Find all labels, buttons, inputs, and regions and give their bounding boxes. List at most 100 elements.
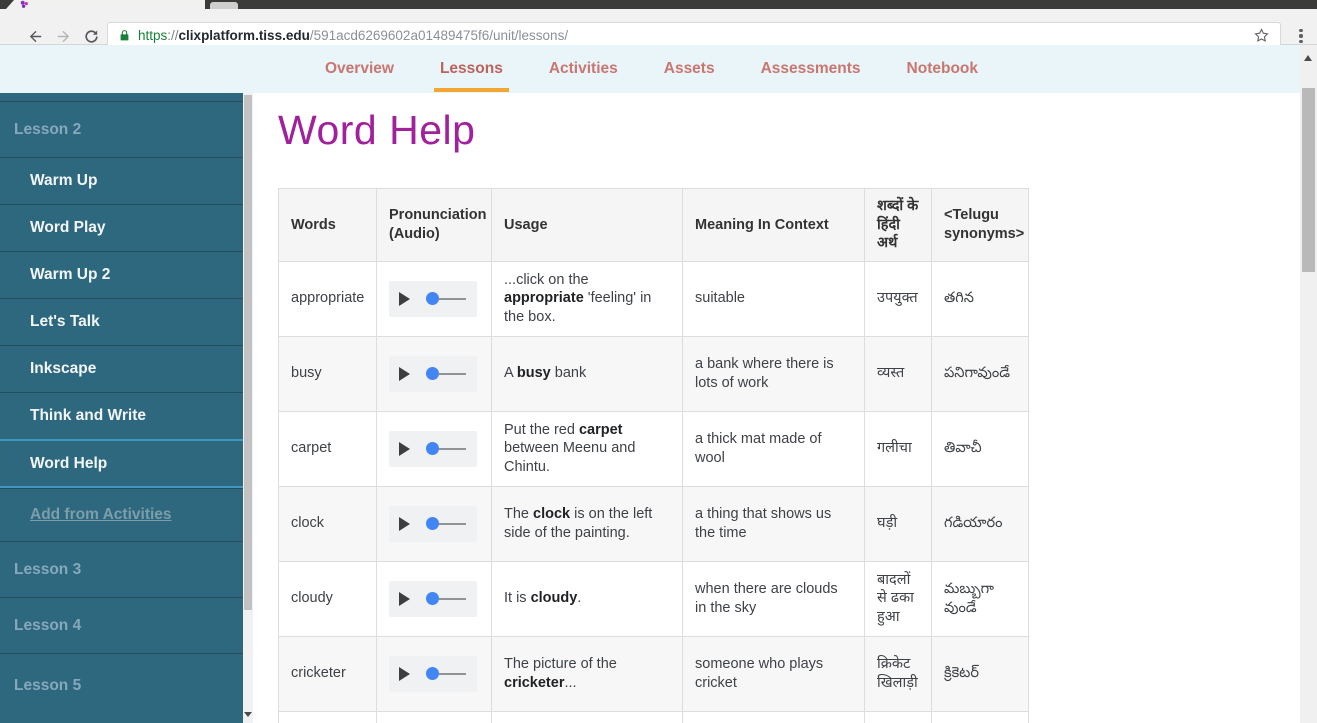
url-text: https://clixplatform.tiss.edu/591acd6269…	[138, 28, 568, 43]
telugu-cell: తివాచీ	[931, 410, 1029, 487]
meaning-cell: a thick mat made of wool	[682, 410, 865, 487]
pronunciation-cell	[376, 485, 492, 562]
audio-slider[interactable]	[426, 367, 466, 381]
pronunciation-cell	[376, 635, 492, 712]
column-header-telugu-synonyms: <Telugu synonyms>	[931, 188, 1029, 262]
audio-slider-knob[interactable]	[426, 592, 439, 606]
play-icon[interactable]	[399, 591, 410, 606]
sidebar-scrollbar-thumb[interactable]	[244, 95, 252, 610]
table-row-clock: clock The clock is on the left side of th…	[278, 485, 1029, 562]
play-icon[interactable]	[399, 516, 410, 531]
telugu-cell: తగిన	[931, 260, 1029, 337]
play-icon[interactable]	[399, 291, 410, 306]
browser-menu-button[interactable]	[1293, 25, 1309, 47]
word-help-table: Words Pronunciation (Audio) Usage Meaning I…	[278, 188, 1029, 723]
tab-overview[interactable]: Overview	[325, 45, 394, 93]
url-scheme: https	[138, 27, 168, 43]
tab-assessments[interactable]: Assessments	[761, 45, 861, 93]
audio-slider[interactable]	[426, 517, 466, 531]
usage-cell: Put the red carpet between Meenu and Chi…	[491, 410, 683, 487]
column-header-meaning-in-context: Meaning In Context	[682, 188, 865, 262]
url-domain: clixplatform.tiss.edu	[178, 27, 310, 43]
page-scroll-up-icon[interactable]	[1304, 55, 1312, 61]
page-scrollbar[interactable]	[1300, 45, 1317, 723]
table-header-row: Words Pronunciation (Audio) Usage Meaning I…	[278, 188, 1029, 262]
pronunciation-cell	[376, 710, 492, 723]
sidebar-item-lesson-3[interactable]: Lesson 3	[0, 541, 243, 597]
tab-lessons[interactable]: Lessons	[433, 45, 509, 93]
table-row-cricketer: cricketer The picture of the cricketer...…	[278, 635, 1029, 712]
audio-slider[interactable]	[426, 592, 466, 606]
play-icon[interactable]	[399, 441, 410, 456]
word-cell: clock	[278, 485, 377, 562]
audio-slider-track	[439, 672, 466, 675]
usage-cell: ...click on the appropriate 'feeling' in…	[491, 260, 683, 337]
window-frame	[205, 0, 1317, 9]
telugu-cell: గడియారం	[931, 485, 1029, 562]
audio-slider-knob[interactable]	[426, 517, 439, 531]
hindi-cell: व्यस्त	[864, 335, 932, 412]
sidebar-item-lesson-4[interactable]: Lesson 4	[0, 597, 243, 653]
sidebar-item-think-and-write[interactable]: Think and Write	[0, 392, 243, 439]
unit-tabs: Overview Lessons Activities Assets Assessmen…	[325, 45, 978, 93]
word-cell	[278, 710, 377, 723]
bookmark-star-icon[interactable]	[1253, 27, 1270, 44]
page-title: Word Help	[278, 107, 476, 153]
audio-slider[interactable]	[426, 442, 466, 456]
hindi-cell: बादलों से ढका हुआ	[864, 560, 932, 637]
audio-player[interactable]	[389, 355, 477, 392]
audio-slider-knob[interactable]	[426, 442, 439, 456]
audio-slider-knob[interactable]	[426, 292, 439, 306]
sidebar-scroll-down-icon[interactable]	[244, 712, 252, 717]
audio-slider-track	[439, 372, 466, 375]
word-cell: carpet	[278, 410, 377, 487]
telugu-cell: పనిగావుండే	[931, 335, 1029, 412]
hindi-cell: गलीचा	[864, 410, 932, 487]
audio-player[interactable]	[389, 430, 477, 467]
usage-cell: The clock is on the left side of the pai…	[491, 485, 683, 562]
window-corner	[0, 0, 14, 9]
audio-slider[interactable]	[426, 667, 466, 681]
page-scrollbar-thumb[interactable]	[1302, 88, 1315, 272]
sidebar-item-word-help[interactable]: Word Help	[0, 439, 243, 488]
tab-activities[interactable]: Activities	[549, 45, 618, 93]
sidebar-scrollbar[interactable]	[243, 93, 253, 723]
sidebar-item-warm-up[interactable]: Warm Up	[0, 157, 243, 204]
sidebar-item-warm-up-2[interactable]: Warm Up 2	[0, 251, 243, 298]
tab-notebook[interactable]: Notebook	[907, 45, 978, 93]
sidebar-item-lesson-2[interactable]: Lesson 2	[0, 101, 243, 157]
audio-player[interactable]	[389, 505, 477, 542]
unit-nav-strip: Overview Lessons Activities Assets Assessmen…	[0, 45, 1317, 93]
usage-cell: The picture of the cricketer...	[491, 635, 683, 712]
browser-tab-strip	[0, 0, 1317, 9]
audio-player[interactable]	[389, 655, 477, 692]
usage-cell: A busy bank	[491, 335, 683, 412]
hindi-cell	[864, 710, 932, 723]
usage-cell	[491, 710, 683, 723]
browser-tab[interactable]	[210, 2, 238, 9]
table-row-busy: busy A busy bank a bank where there is lot…	[278, 335, 1029, 412]
sidebar-item-add-from-activities[interactable]: Add from Activities	[0, 488, 243, 541]
audio-player[interactable]	[389, 580, 477, 617]
table-row: a can for throwing	[278, 710, 1029, 723]
lesson-content: Word Help Words Pronunciation (Audio) Usag…	[253, 93, 1300, 723]
sidebar-item-lesson-5[interactable]: Lesson 5	[0, 653, 243, 718]
telugu-cell	[931, 710, 1029, 723]
sidebar-item-word-play[interactable]: Word Play	[0, 204, 243, 251]
hindi-cell: क्रिकेट खिलाड़ी	[864, 635, 932, 712]
play-icon[interactable]	[399, 366, 410, 381]
meaning-cell: a can for throwing	[682, 710, 865, 723]
telugu-cell: క్రికెటర్	[931, 635, 1029, 712]
audio-player[interactable]	[389, 280, 477, 317]
url-path: /591acd6269602a01489475f6/unit/lessons/	[309, 27, 569, 43]
audio-slider-knob[interactable]	[426, 667, 439, 681]
audio-slider-knob[interactable]	[426, 367, 439, 381]
sidebar-item-let-s-talk[interactable]: Let's Talk	[0, 298, 243, 345]
tab-assets[interactable]: Assets	[664, 45, 715, 93]
sidebar-item-inkscape[interactable]: Inkscape	[0, 345, 243, 392]
audio-slider-track	[439, 597, 466, 600]
play-icon[interactable]	[399, 666, 410, 681]
word-cell: busy	[278, 335, 377, 412]
audio-slider[interactable]	[426, 292, 466, 306]
